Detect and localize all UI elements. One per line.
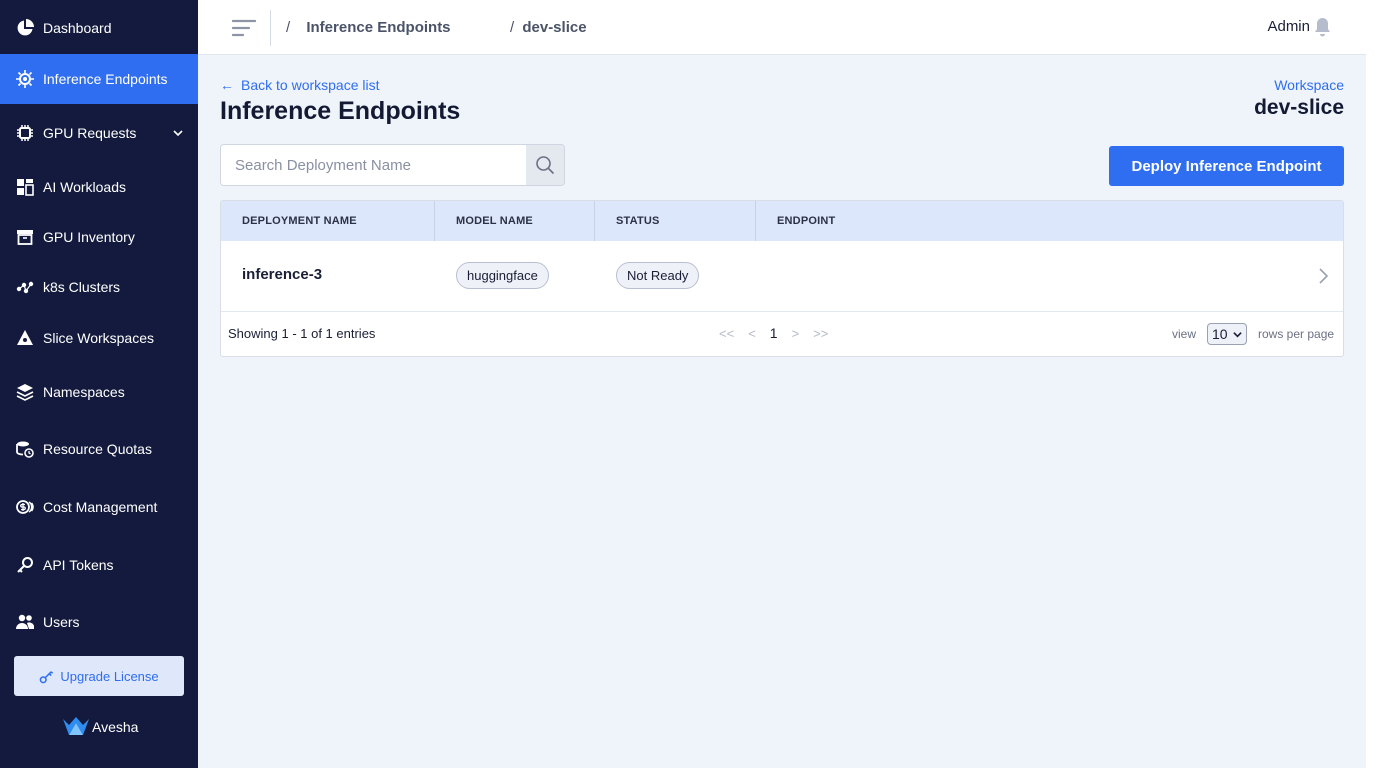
sidebar-item-namespaces[interactable]: Namespaces [0, 367, 198, 417]
sidebar-item-resource-quotas[interactable]: Resource Quotas [0, 424, 198, 474]
search-box [220, 144, 565, 186]
last-page-button[interactable]: >> [813, 326, 828, 341]
archive-box-icon [16, 228, 34, 246]
chevron-right-icon[interactable] [1317, 267, 1329, 285]
cpu-gear-icon [16, 70, 34, 88]
network-nodes-icon [16, 278, 34, 296]
breadcrumb-dev-slice[interactable]: / dev-slice [510, 19, 587, 36]
chevron-down-icon[interactable] [172, 127, 184, 139]
main-content: ← Back to workspace list Inference Endpo… [198, 55, 1366, 768]
sidebar-item-gpu-requests[interactable]: GPU Requests [0, 108, 198, 158]
search-button[interactable] [526, 145, 564, 185]
sidebar-item-label: GPU Requests [43, 125, 137, 141]
brand-logo: Avesha [62, 716, 138, 738]
sidebar-item-cost-management[interactable]: Cost Management [0, 482, 198, 532]
top-header: / Inference Endpoints / dev-slice Admin [198, 0, 1366, 55]
workspace-label: Workspace [1274, 77, 1344, 93]
first-page-button[interactable]: << [719, 326, 734, 341]
sidebar-item-k8s-clusters[interactable]: k8s Clusters [0, 262, 198, 312]
sidebar-item-label: Namespaces [43, 384, 125, 400]
breadcrumb-label: Inference Endpoints [306, 19, 451, 36]
column-header-status[interactable]: STATUS [595, 201, 756, 241]
pie-chart-icon [16, 19, 34, 37]
model-name-chip: huggingface [456, 262, 549, 289]
bell-icon[interactable] [1313, 17, 1332, 37]
back-to-workspace-link[interactable]: ← Back to workspace list [220, 77, 380, 93]
sidebar-item-ai-workloads[interactable]: AI Workloads [0, 162, 198, 212]
grid-icon [16, 178, 34, 196]
back-link-label: Back to workspace list [241, 77, 380, 93]
upgrade-license-button[interactable]: Upgrade License [14, 656, 184, 696]
view-label: view [1172, 327, 1197, 341]
chevron-down-icon [1233, 332, 1242, 338]
avesha-logo-icon [63, 717, 89, 735]
rows-per-page-select[interactable]: 10 [1207, 323, 1247, 345]
upgrade-license-label: Upgrade License [60, 668, 159, 684]
search-input[interactable] [221, 145, 526, 185]
user-name[interactable]: Admin [1267, 18, 1310, 35]
dollar-coins-icon [16, 498, 34, 516]
sidebar-item-gpu-inventory[interactable]: GPU Inventory [0, 212, 198, 262]
sidebar-item-label: Users [43, 614, 80, 630]
current-page[interactable]: 1 [770, 325, 778, 341]
sidebar-item-label: AI Workloads [43, 179, 126, 195]
sidebar-item-api-tokens[interactable]: API Tokens [0, 540, 198, 590]
next-page-button[interactable]: > [792, 326, 800, 341]
breadcrumb-separator: / [286, 19, 291, 36]
deploy-inference-endpoint-button[interactable]: Deploy Inference Endpoint [1109, 146, 1344, 186]
workspace-name: dev-slice [1254, 96, 1344, 119]
sidebar-item-users[interactable]: Users [0, 597, 198, 647]
sidebar-item-label: Inference Endpoints [43, 71, 168, 87]
menu-toggle-icon[interactable] [232, 18, 256, 38]
key-icon [16, 556, 34, 574]
chip-icon [16, 124, 34, 142]
breadcrumb-inference-endpoints[interactable]: / Inference Endpoints [286, 19, 451, 36]
search-icon [536, 156, 555, 175]
breadcrumb-label: dev-slice [522, 19, 587, 36]
layers-icon [16, 383, 34, 401]
column-header-endpoint[interactable]: ENDPOINT [756, 201, 1343, 241]
sidebar-item-label: GPU Inventory [43, 229, 135, 245]
column-header-model-name[interactable]: MODEL NAME [435, 201, 595, 241]
database-clock-icon [16, 440, 34, 458]
prev-page-button[interactable]: < [748, 326, 756, 341]
column-header-deployment-name[interactable]: DEPLOYMENT NAME [221, 201, 435, 241]
sidebar-item-label: Slice Workspaces [43, 330, 155, 346]
deployment-name-cell: inference-3 [242, 266, 323, 283]
users-icon [16, 613, 34, 631]
key-icon [40, 670, 54, 683]
header-divider [270, 10, 271, 46]
sidebar-item-label: Dashboard [43, 20, 112, 36]
table-header: DEPLOYMENT NAME MODEL NAME STATUS ENDPOI… [221, 201, 1343, 241]
arrow-left-icon: ← [220, 77, 234, 93]
sidebar-item-label: k8s Clusters [43, 279, 121, 295]
sidebar-item-label: Cost Management [43, 499, 158, 515]
status-badge: Not Ready [616, 262, 700, 289]
sidebar-item-dashboard[interactable]: Dashboard [0, 3, 198, 53]
rows-per-page-value: 10 [1212, 326, 1228, 342]
entries-count: Showing 1 - 1 of 1 entries [228, 326, 376, 341]
sidebar-item-label: API Tokens [43, 557, 114, 573]
pagination: << < 1 > >> [719, 325, 842, 341]
page-title: Inference Endpoints [220, 97, 461, 125]
breadcrumb-separator: / [510, 19, 515, 36]
brand-name: Avesha [92, 719, 139, 735]
table-row[interactable]: inference-3 huggingface Not Ready [221, 241, 1343, 312]
slice-icon [16, 329, 34, 347]
endpoints-table: DEPLOYMENT NAME MODEL NAME STATUS ENDPOI… [220, 200, 1344, 357]
sidebar-item-label: Resource Quotas [43, 441, 152, 457]
table-footer: Showing 1 - 1 of 1 entries << < 1 > >> v… [221, 313, 1343, 357]
rows-per-page-label: rows per page [1258, 327, 1335, 341]
sidebar: Dashboard Inference Endpoints GPU Reques… [0, 0, 198, 768]
sidebar-item-inference-endpoints[interactable]: Inference Endpoints [0, 54, 198, 104]
sidebar-item-slice-workspaces[interactable]: Slice Workspaces [0, 313, 198, 363]
